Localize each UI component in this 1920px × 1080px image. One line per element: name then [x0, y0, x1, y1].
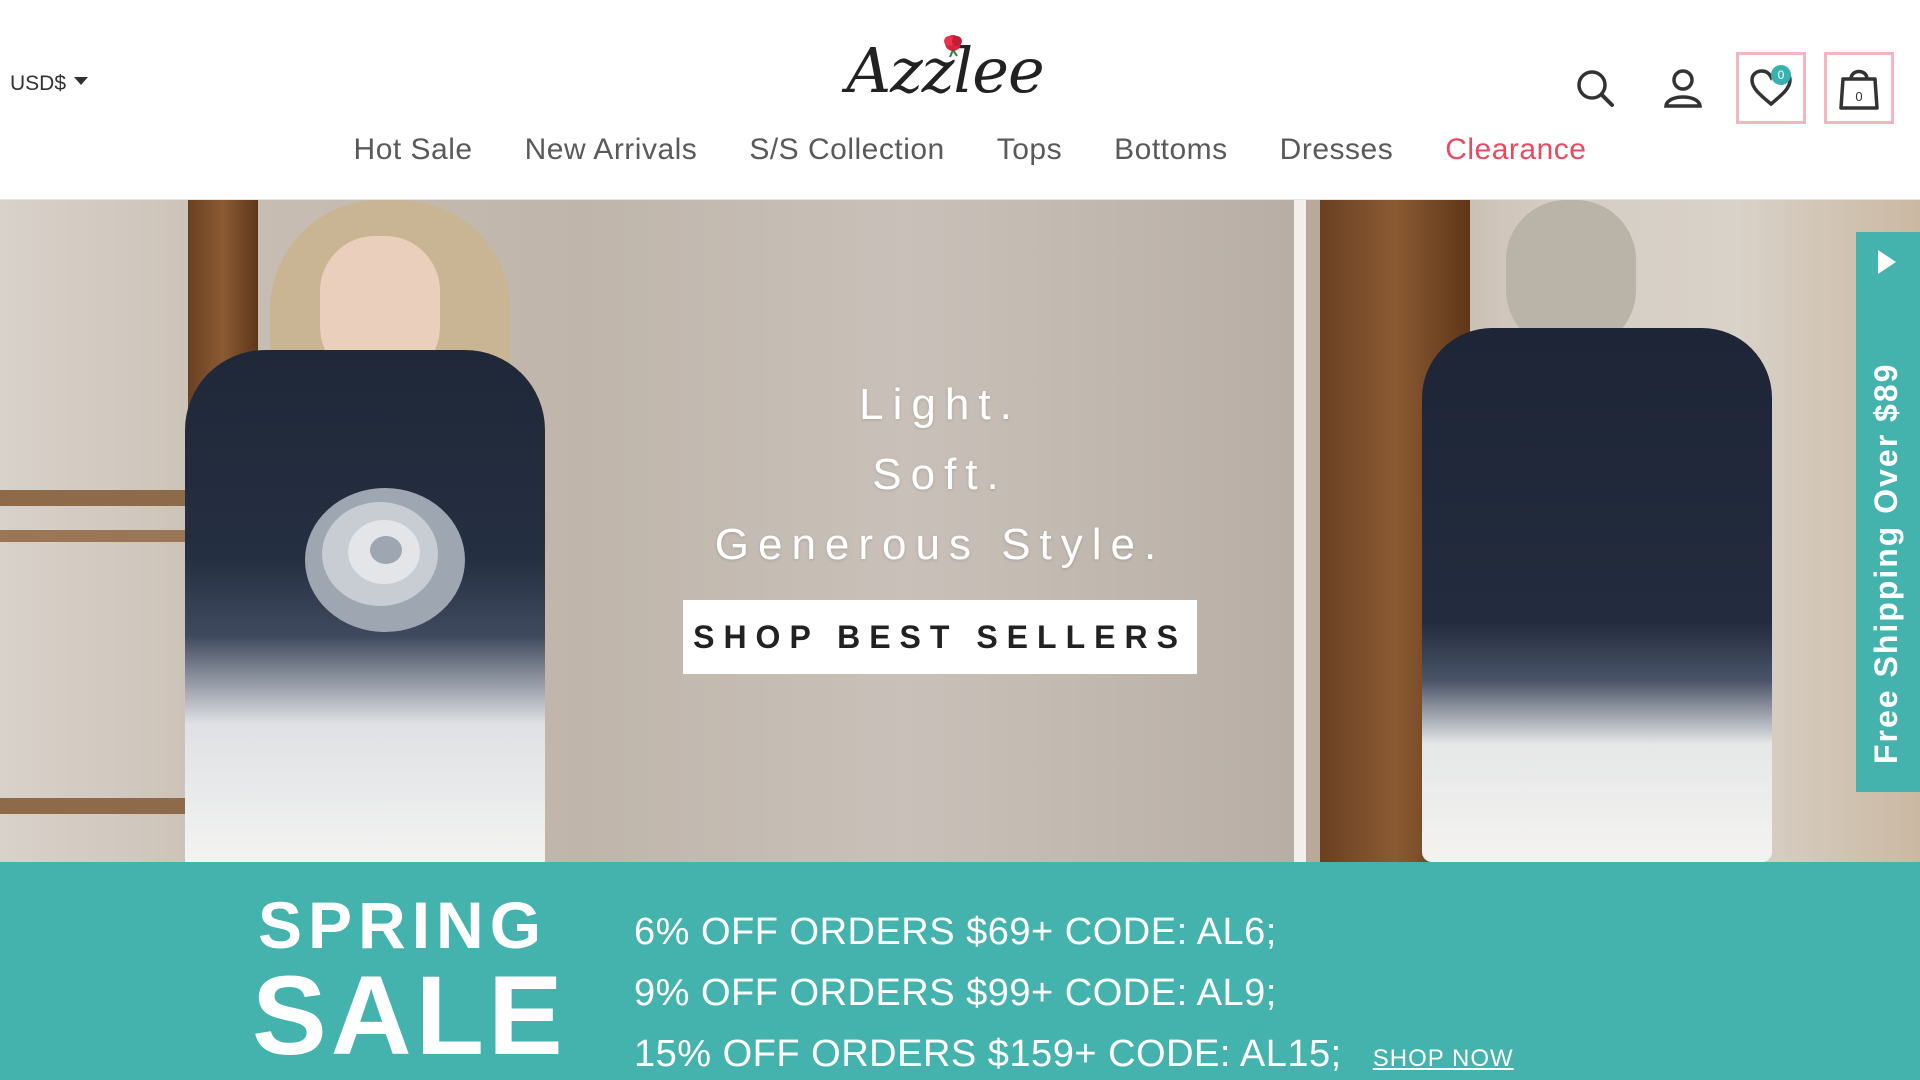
- search-icon: [1577, 70, 1614, 107]
- spring-sale-banner: SPRING SALE 6% OFF ORDERS $69+ CODE: AL6…: [0, 862, 1920, 1080]
- hero-line-generous: Generous Style.: [714, 520, 1166, 569]
- main-nav: Hot Sale New Arrivals S/S Collection Top…: [0, 133, 1920, 167]
- hero-banner[interactable]: Light. Soft. Generous Style. SHOP BEST S…: [0, 200, 1920, 862]
- rose-print-graphic: [305, 488, 465, 632]
- currency-label: USD$: [10, 72, 67, 95]
- currency-selector[interactable]: USD$: [10, 72, 89, 96]
- nav-item-dresses[interactable]: Dresses: [1280, 133, 1394, 167]
- offer-line-2: 9% OFF ORDERS $99+ CODE: AL9;: [634, 972, 1277, 1014]
- nav-item-hot-sale[interactable]: Hot Sale: [354, 133, 473, 167]
- account-button[interactable]: [1648, 52, 1718, 124]
- nav-item-bottoms[interactable]: Bottoms: [1114, 133, 1228, 167]
- shop-best-sellers-button[interactable]: SHOP BEST SELLERS: [683, 600, 1197, 674]
- wishlist-count-badge: 0: [1771, 65, 1791, 85]
- free-shipping-tab[interactable]: Free Shipping Over $89: [1856, 232, 1920, 792]
- hero-divider: [1294, 200, 1306, 862]
- site-header: USD$ Azzlee 0 0 Hot Sale New Arrivals S/…: [0, 0, 1920, 200]
- offer-line-1: 6% OFF ORDERS $69+ CODE: AL6;: [634, 911, 1277, 953]
- caret-down-icon: [74, 77, 89, 85]
- wishlist-button[interactable]: 0: [1736, 52, 1806, 124]
- hero-line-light: Light.: [859, 380, 1021, 429]
- nav-item-tops[interactable]: Tops: [997, 133, 1062, 167]
- search-button[interactable]: [1560, 52, 1630, 124]
- offer-line-3: 15% OFF ORDERS $159+ CODE: AL15; SHOP NO…: [634, 1024, 1514, 1080]
- shop-now-link[interactable]: SHOP NOW: [1373, 1045, 1514, 1072]
- cart-count: 0: [1855, 89, 1862, 104]
- header-icons: 0 0: [1560, 52, 1894, 124]
- rose-icon: [944, 35, 962, 58]
- nav-item-new-arrivals[interactable]: New Arrivals: [525, 133, 698, 167]
- site-logo[interactable]: Azzlee: [830, 20, 1060, 120]
- hero-copy: Light. Soft. Generous Style.: [680, 370, 1200, 580]
- shopping-bag-icon: 0: [1839, 69, 1879, 110]
- user-icon: [1664, 69, 1702, 108]
- free-shipping-label: Free Shipping Over $89: [1868, 362, 1904, 764]
- offer-line-3-text: 15% OFF ORDERS $159+ CODE: AL15;: [634, 1033, 1342, 1075]
- promo-offers: 6% OFF ORDERS $69+ CODE: AL6; 9% OFF ORD…: [634, 902, 1514, 1080]
- hero-photo-back: [1306, 200, 1920, 862]
- promo-spring-heading: SPRING: [258, 888, 548, 962]
- cart-button[interactable]: 0: [1824, 52, 1894, 124]
- nav-item-clearance[interactable]: Clearance: [1445, 133, 1586, 167]
- promo-sale-heading: SALE: [252, 953, 567, 1078]
- nav-item-ss-collection[interactable]: S/S Collection: [749, 133, 944, 167]
- hero-line-soft: Soft.: [872, 450, 1008, 499]
